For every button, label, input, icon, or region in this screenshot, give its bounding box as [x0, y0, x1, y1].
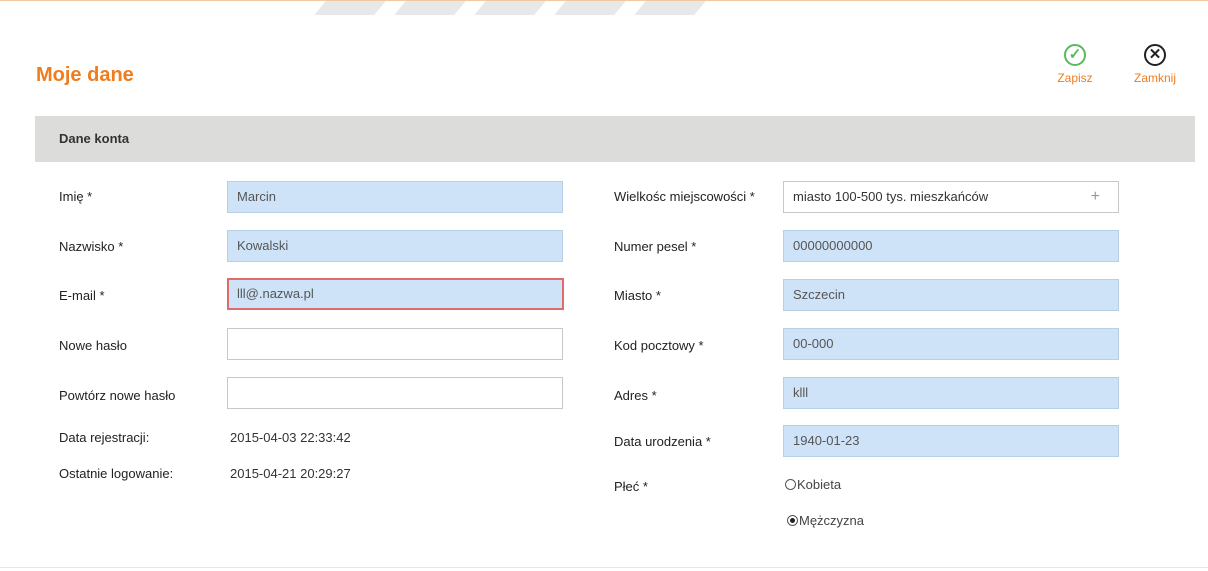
radio-checked-icon	[787, 515, 798, 526]
town-size-label: Wielkośc miejscowości *	[614, 189, 755, 204]
radio-unchecked-icon	[785, 479, 796, 490]
postal-code-input[interactable]: 00-000	[783, 328, 1119, 360]
imie-input[interactable]: Marcin	[227, 181, 563, 213]
gender-female-label: Kobieta	[797, 477, 842, 492]
gender-label: Płeć *	[614, 479, 648, 494]
stripe-decoration	[314, 1, 386, 15]
repeat-password-label: Powtórz nowe hasło	[59, 388, 176, 403]
gender-radio-male[interactable]: Mężczyzna	[787, 513, 864, 528]
city-input[interactable]: Szczecin	[783, 279, 1119, 311]
pesel-input[interactable]: 00000000000	[783, 230, 1119, 262]
divider	[0, 567, 1208, 568]
stripe-decoration	[634, 1, 706, 15]
repeat-password-input[interactable]	[227, 377, 563, 409]
stripe-decoration	[554, 1, 626, 15]
stripe-decoration	[474, 1, 546, 15]
imie-label: Imię *	[59, 189, 93, 204]
save-button[interactable]: ✓ Zapisz	[1047, 44, 1103, 85]
page-title: Moje dane	[36, 64, 134, 86]
stripe-decoration	[394, 1, 466, 15]
last-login-value: 2015-04-21 20:29:27	[230, 466, 351, 481]
save-label: Zapisz	[1057, 71, 1093, 85]
new-password-label: Nowe hasło	[59, 338, 127, 353]
address-input[interactable]: klll	[783, 377, 1119, 409]
pesel-label: Numer pesel *	[614, 239, 697, 254]
plus-icon: +	[1090, 188, 1100, 205]
check-circle-icon: ✓	[1064, 44, 1086, 66]
registration-date-value: 2015-04-03 22:33:42	[230, 430, 351, 445]
nazwisko-input[interactable]: Kowalski	[227, 230, 563, 262]
birth-date-input[interactable]: 1940-01-23	[783, 425, 1119, 457]
last-login-label: Ostatnie logowanie:	[59, 466, 174, 481]
city-label: Miasto *	[614, 288, 661, 303]
section-title: Dane konta	[59, 131, 130, 146]
postal-code-label: Kod pocztowy *	[614, 338, 704, 353]
gender-radio-female[interactable]: Kobieta	[785, 477, 841, 492]
birth-date-label: Data urodzenia *	[614, 434, 711, 449]
section-header: Dane konta	[35, 116, 1195, 162]
new-password-input[interactable]	[227, 328, 563, 360]
x-circle-icon: ✕	[1144, 44, 1166, 66]
email-label: E-mail *	[59, 288, 105, 303]
close-button[interactable]: ✕ Zamknij	[1127, 44, 1183, 85]
nazwisko-label: Nazwisko *	[59, 239, 124, 254]
town-size-value: miasto 100-500 tys. mieszkańców	[793, 189, 989, 204]
registration-date-label: Data rejestracji:	[59, 430, 150, 445]
address-label: Adres *	[614, 388, 657, 403]
gender-male-label: Mężczyzna	[799, 513, 865, 528]
top-decorative-strip	[0, 0, 1208, 15]
email-input[interactable]: lll@.nazwa.pl	[227, 278, 564, 310]
town-size-select[interactable]: miasto 100-500 tys. mieszkańców +	[783, 181, 1119, 213]
close-label: Zamknij	[1133, 71, 1176, 85]
